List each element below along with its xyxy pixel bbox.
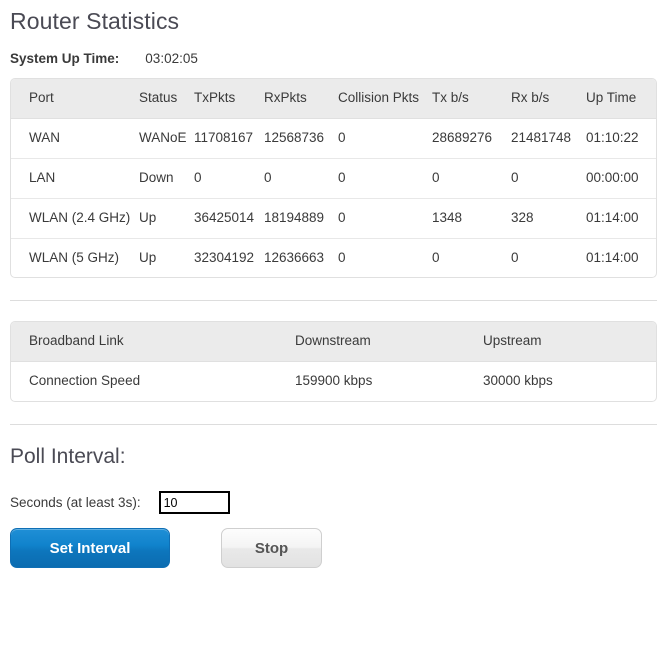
section-divider-top	[10, 300, 657, 302]
cell-rx-bs: 21481748	[511, 129, 572, 145]
cell-rx-bs: 0	[511, 157, 586, 199]
column-header-rxpkts: RxPkts	[264, 79, 338, 119]
cell-tx-bs: 0	[432, 157, 511, 199]
column-header-tx-bs: Tx b/s	[432, 79, 511, 119]
column-header-broadband-link: Broadband Link	[11, 322, 295, 363]
cell-upstream: 30000 kbps	[483, 373, 553, 389]
cell-rx-bs: 0	[511, 237, 586, 278]
column-header-up-time: Up Time	[586, 79, 656, 119]
cell-tx-bs: 1348	[432, 197, 511, 238]
poll-interval-title: Poll Interval:	[10, 445, 126, 469]
cell-status: Down	[139, 157, 194, 199]
router-statistics-table: Port Status TxPkts RxPkts Collision Pkts…	[11, 79, 656, 278]
cell-port: WAN	[29, 129, 60, 145]
column-header-status: Status	[139, 79, 194, 119]
seconds-input[interactable]	[158, 491, 230, 515]
system-uptime-value: 03:02:05	[145, 51, 198, 66]
cell-tx-bs: 0	[432, 237, 511, 278]
cell-up-time: 00:00:00	[586, 157, 656, 199]
table-row: WLAN (5 GHz) Up 32304192 12636663 0 0 0 …	[11, 237, 656, 278]
cell-status: Up	[139, 197, 194, 238]
broadband-table-body: Connection Speed 159900 kbps 30000 kbps	[11, 362, 656, 401]
table-row: Connection Speed 159900 kbps 30000 kbps	[11, 362, 656, 401]
system-uptime: System Up Time: 03:02:05	[10, 51, 659, 66]
cell-collision-pkts: 0	[338, 237, 432, 278]
broadband-link-table: Broadband Link Downstream Upstream Conne…	[11, 322, 656, 401]
cell-port: LAN	[11, 157, 139, 199]
poll-interval-field-row: Seconds (at least 3s):	[10, 491, 659, 515]
cell-port: WLAN (2.4 GHz)	[11, 197, 139, 238]
seconds-label: Seconds (at least 3s):	[10, 495, 141, 511]
cell-status: WANoE	[139, 129, 187, 145]
column-header-txpkts: TxPkts	[194, 79, 264, 119]
cell-rxpkts: 0	[264, 157, 338, 199]
router-statistics-table-panel: Port Status TxPkts RxPkts Collision Pkts…	[10, 78, 657, 279]
table-body: WAN WANoE 11708167 12568736 0 28689276 2…	[11, 118, 656, 278]
cell-broadband-link: Connection Speed	[29, 373, 141, 389]
cell-up-time: 01:14:00	[586, 237, 656, 278]
table-header-row: Port Status TxPkts RxPkts Collision Pkts…	[11, 79, 656, 119]
table-row: LAN Down 0 0 0 0 0 00:00:00	[11, 157, 656, 199]
cell-rxpkts: 12568736	[264, 129, 325, 145]
cell-downstream: 159900 kbps	[295, 373, 373, 389]
broadband-header-row: Broadband Link Downstream Upstream	[11, 322, 656, 363]
column-header-upstream: Upstream	[483, 322, 656, 363]
cell-port: WLAN (5 GHz)	[11, 237, 139, 278]
cell-collision-pkts: 0	[338, 129, 346, 145]
cell-up-time: 01:14:00	[586, 197, 656, 238]
poll-interval-buttons: Set Interval Stop	[10, 528, 659, 569]
column-header-rx-bs: Rx b/s	[511, 79, 586, 119]
column-header-downstream: Downstream	[295, 322, 483, 363]
page-title: Router Statistics	[10, 8, 180, 34]
router-statistics-page: Router Statistics System Up Time: 03:02:…	[0, 8, 667, 569]
system-uptime-label: System Up Time:	[10, 51, 120, 66]
cell-rxpkts: 12636663	[264, 237, 338, 278]
cell-txpkts: 36425014	[194, 197, 264, 238]
cell-up-time: 01:10:22	[586, 129, 639, 145]
cell-rxpkts: 18194889	[264, 197, 338, 238]
cell-status: Up	[139, 237, 194, 278]
cell-rx-bs: 328	[511, 197, 586, 238]
column-header-collision-pkts: Collision Pkts	[338, 79, 432, 119]
section-divider-bottom	[10, 424, 657, 426]
table-row: WAN WANoE 11708167 12568736 0 28689276 2…	[11, 118, 656, 158]
broadband-table-header: Broadband Link Downstream Upstream	[11, 322, 656, 363]
broadband-link-table-panel: Broadband Link Downstream Upstream Conne…	[10, 321, 657, 403]
column-header-port: Port	[11, 79, 139, 119]
cell-collision-pkts: 0	[338, 157, 432, 199]
cell-collision-pkts: 0	[338, 197, 432, 238]
stop-button[interactable]: Stop	[221, 528, 322, 569]
table-row: WLAN (2.4 GHz) Up 36425014 18194889 0 13…	[11, 197, 656, 238]
cell-txpkts: 11708167	[194, 129, 254, 145]
cell-tx-bs: 28689276	[432, 129, 493, 145]
table-header: Port Status TxPkts RxPkts Collision Pkts…	[11, 79, 656, 119]
cell-txpkts: 32304192	[194, 237, 264, 278]
cell-txpkts: 0	[194, 157, 264, 199]
set-interval-button[interactable]: Set Interval	[10, 528, 170, 569]
